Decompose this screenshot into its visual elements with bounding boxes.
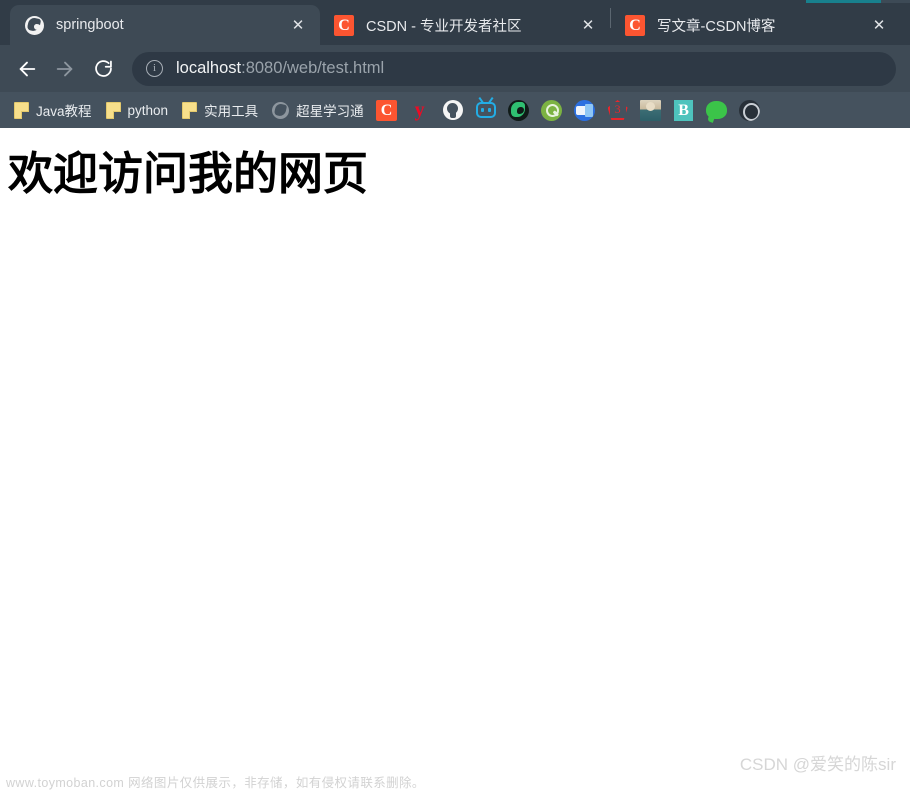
close-icon[interactable]: ✕ (865, 11, 893, 39)
page-title: 欢迎访问我的网页 (8, 147, 369, 200)
address-bar[interactable]: i localhost:8080/web/test.html (132, 51, 896, 86)
bookmark-chaoxing[interactable]: 超星学习通 (270, 97, 366, 123)
red-pentagon-icon[interactable]: 3 (607, 99, 629, 121)
partial-icon[interactable] (739, 99, 761, 121)
blue-tool-icon[interactable] (574, 99, 596, 121)
csdn-watermark-right: CSDN @爱笑的陈sir (739, 755, 896, 774)
youdao-icon[interactable]: y (409, 99, 431, 121)
github-icon[interactable] (442, 99, 464, 121)
globe-icon (272, 101, 290, 119)
tab-csdn-community[interactable]: C CSDN - 专业开发者社区 ✕ (320, 5, 610, 45)
bookmark-label: python (127, 102, 169, 118)
forward-arrow-icon (48, 52, 82, 86)
tab-title: springboot (56, 17, 124, 33)
bookmark-python[interactable]: python (104, 97, 171, 123)
tab-csdn-write[interactable]: C 写文章-CSDN博客 ✕ (611, 5, 901, 45)
teal-b-icon[interactable]: B (673, 99, 695, 121)
csdn-icon: C (625, 14, 645, 36)
csdn-icon[interactable]: C (376, 99, 398, 121)
info-circle-icon[interactable]: i (146, 60, 163, 77)
bookmark-utilities[interactable]: 实用工具 (180, 97, 260, 123)
window-top-accent-bar-secondary (881, 0, 910, 3)
folder-icon (14, 101, 29, 119)
close-icon[interactable]: ✕ (574, 11, 602, 39)
portrait-avatar-icon[interactable] (640, 99, 662, 121)
folder-icon (182, 101, 198, 119)
tab-springboot[interactable]: springboot ✕ (10, 5, 320, 45)
url-text: localhost:8080/web/test.html (176, 59, 384, 78)
bookmark-java-tutorial[interactable]: Java教程 (12, 97, 94, 123)
tab-title: CSDN - 专业开发者社区 (366, 18, 522, 35)
url-path: :8080/web/test.html (241, 59, 385, 77)
bookmark-label: Java教程 (36, 104, 92, 119)
bookmark-label: 超星学习通 (296, 104, 364, 119)
globe-icon (24, 15, 44, 35)
window-top-accent-bar (806, 0, 881, 3)
folder-icon (105, 101, 121, 119)
bookmark-label: 实用工具 (204, 104, 259, 119)
tab-title: 写文章-CSDN博客 (657, 18, 776, 35)
wechat-icon[interactable] (706, 99, 728, 121)
bilibili-icon[interactable] (475, 99, 497, 121)
green-search-icon[interactable] (541, 99, 563, 121)
browser-toolbar: i localhost:8080/web/test.html (0, 45, 910, 92)
page-content: 欢迎访问我的网页 (0, 128, 910, 795)
csdn-icon: C (334, 14, 354, 36)
bookmarks-bar: Java教程 python 实用工具 超星学习通 C y 3 B (0, 92, 910, 128)
site-watermark-left: www.toymoban.com 网络图片仅供展示，非存储，如有侵权请联系删除。 (6, 776, 425, 790)
back-arrow-icon[interactable] (10, 52, 44, 86)
close-icon[interactable]: ✕ (284, 11, 312, 39)
browser-window: springboot ✕ C CSDN - 专业开发者社区 ✕ C 写文章-CS… (0, 0, 910, 795)
url-host: localhost (176, 59, 242, 77)
dark-globe-icon[interactable] (508, 99, 530, 121)
tab-strip: springboot ✕ C CSDN - 专业开发者社区 ✕ C 写文章-CS… (0, 0, 910, 45)
reload-icon[interactable] (86, 52, 120, 86)
